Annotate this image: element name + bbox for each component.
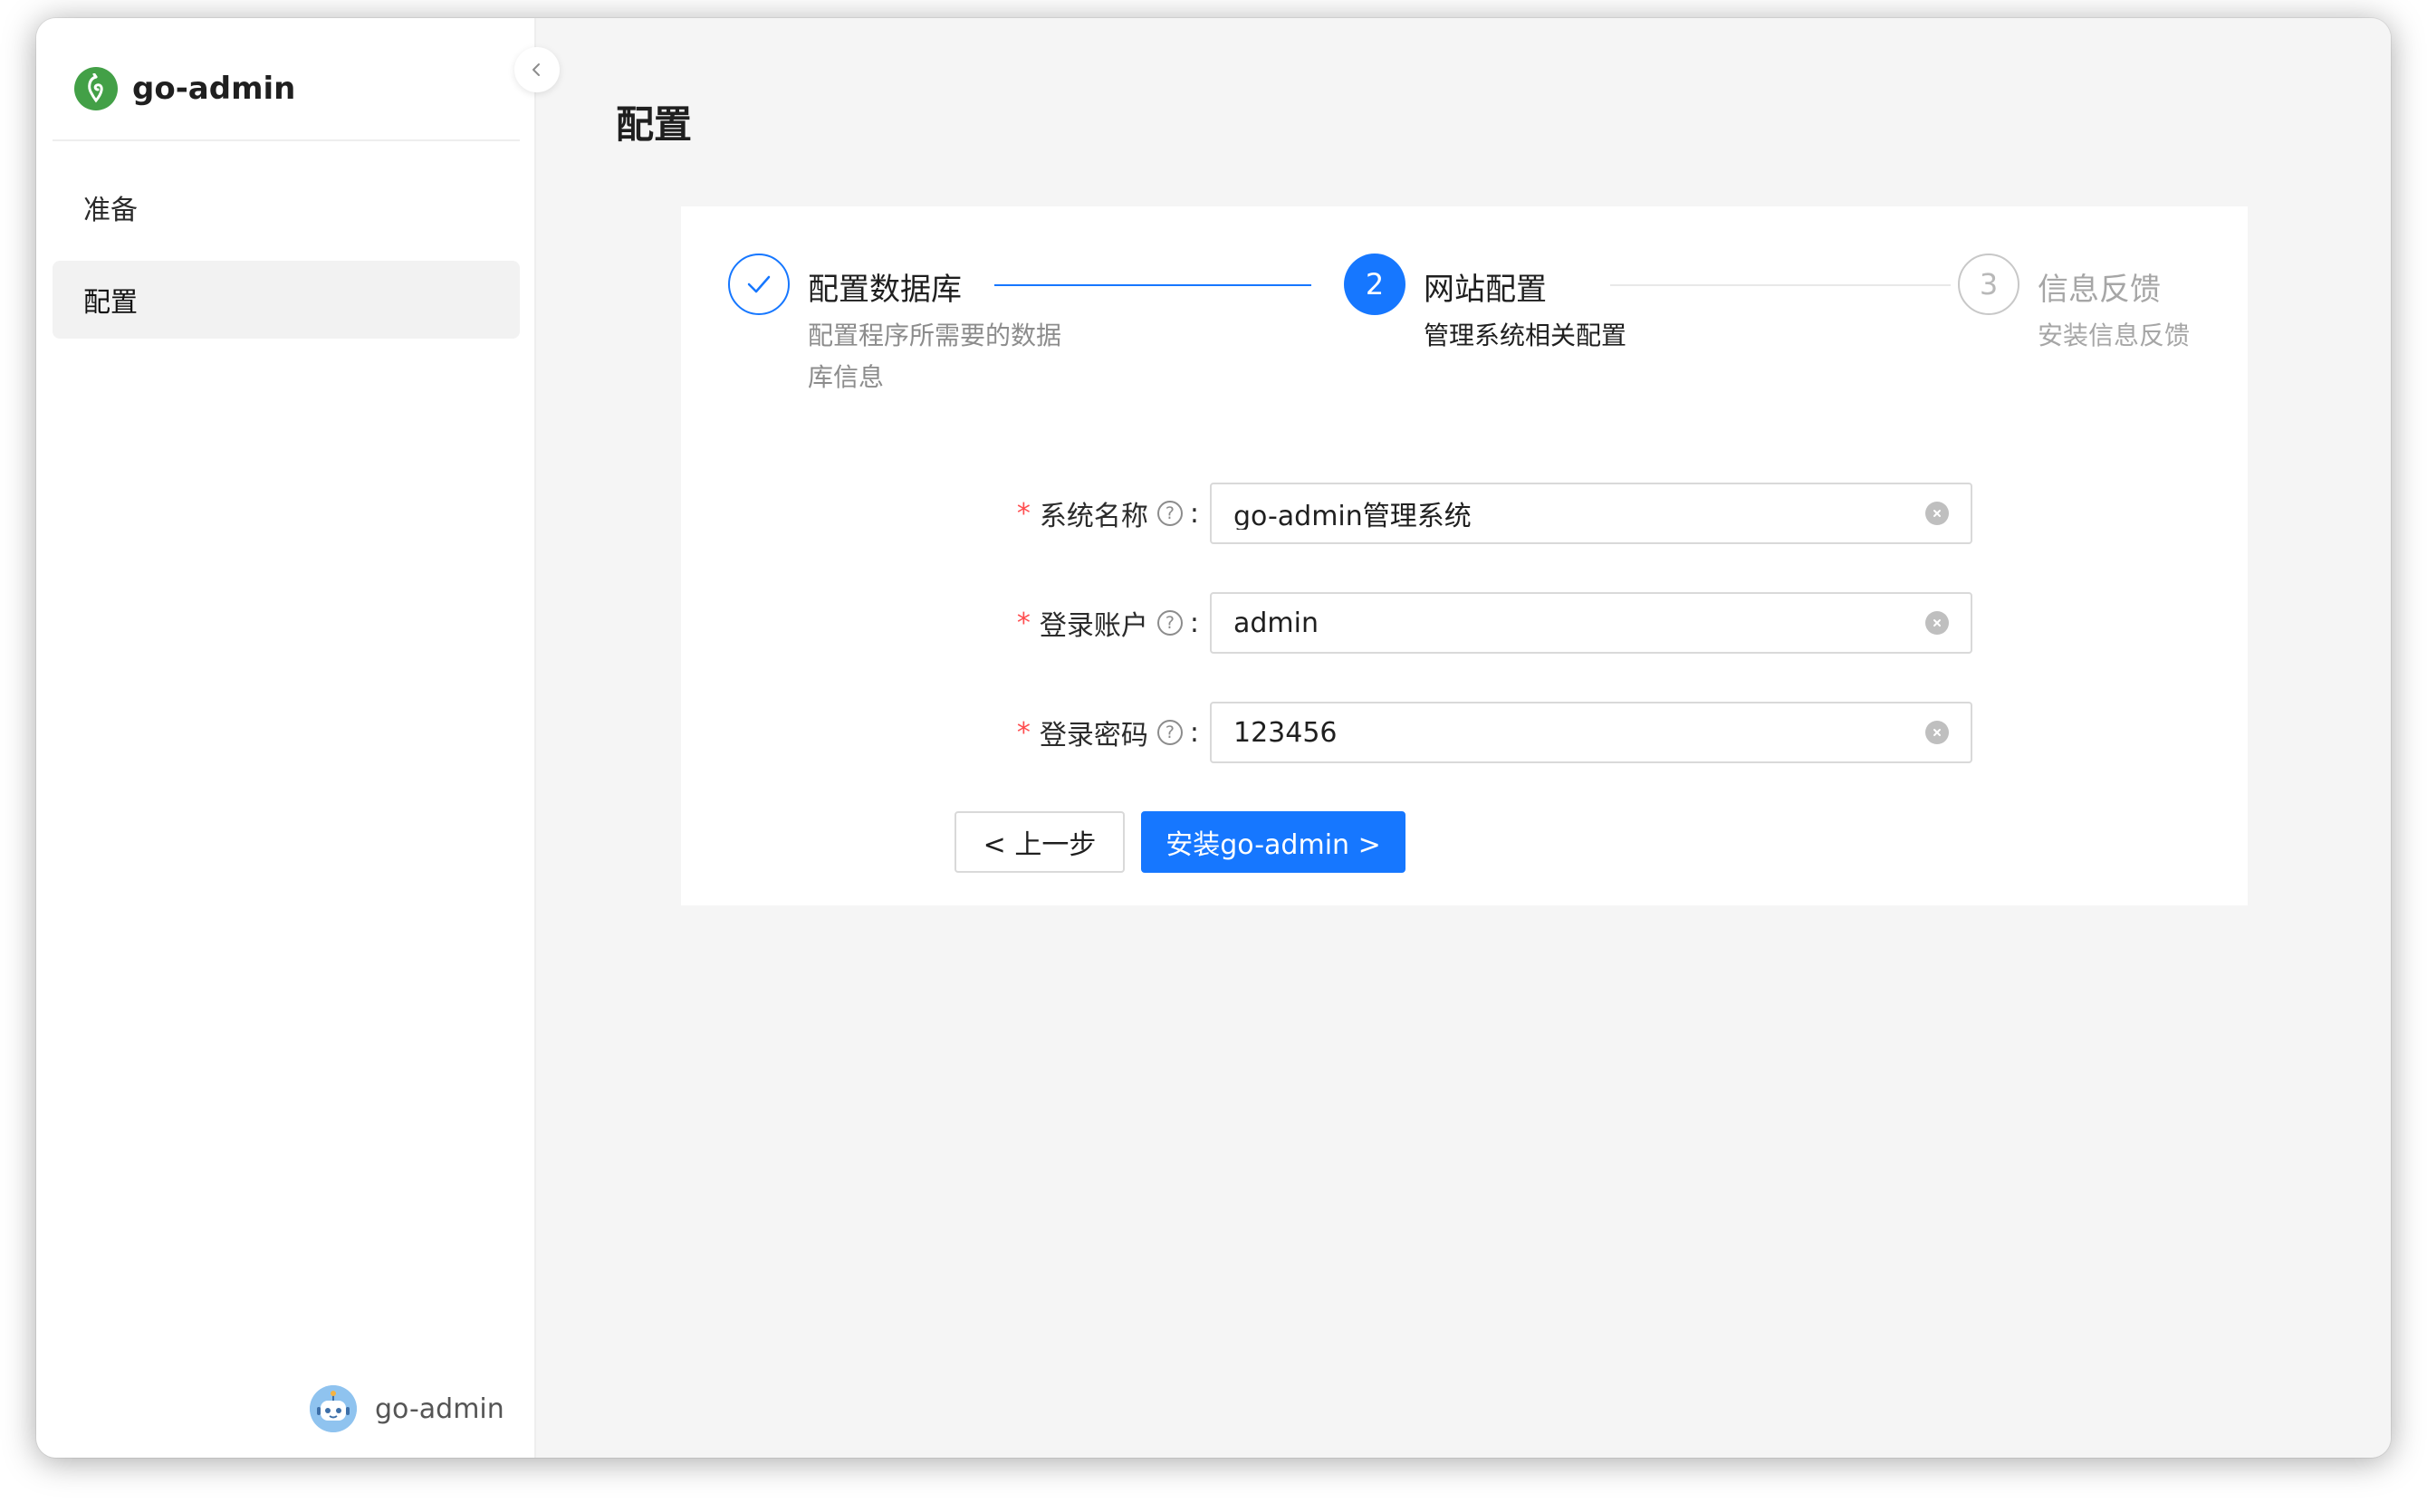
step-2-status: 2 (1344, 254, 1405, 315)
page-title: 配置 (616, 102, 693, 147)
question-circle-icon[interactable]: ? (1156, 610, 1183, 636)
sidebar-item-prepare[interactable]: 准备 (53, 168, 520, 246)
go-admin-logo-icon (74, 67, 118, 110)
question-circle-icon[interactable]: ? (1156, 501, 1183, 526)
step-2-title: 网站配置 (1424, 272, 1547, 308)
close-circle-icon[interactable] (1925, 721, 1949, 744)
sidebar-divider (53, 139, 520, 141)
close-circle-icon[interactable] (1925, 611, 1949, 635)
step-3-status: 3 (1958, 254, 2019, 315)
main-content: 配置 配置数据库 配置程序所需要的数据 库信息 2 网站配置 管理系统相关配置 … (536, 18, 2391, 1458)
install-go-admin-button[interactable]: 安装go-admin > (1141, 811, 1405, 873)
login-account-label: * 登录账户 ? : (1016, 607, 1199, 643)
login-account-input[interactable] (1233, 607, 1925, 639)
brand-name: go-admin (132, 71, 296, 107)
user-name: go-admin (375, 1392, 504, 1425)
sidebar-item-config[interactable]: 配置 (53, 261, 520, 339)
robot-avatar-icon (310, 1385, 357, 1432)
step-1-title: 配置数据库 (808, 272, 962, 308)
system-name-field[interactable] (1210, 483, 1972, 544)
sidebar-collapse-button[interactable] (514, 47, 560, 92)
login-account-field[interactable] (1210, 592, 1972, 654)
check-icon (747, 275, 771, 293)
close-circle-icon[interactable] (1925, 502, 1949, 525)
brand[interactable]: go-admin (74, 65, 295, 112)
user-profile[interactable]: go-admin (310, 1383, 504, 1434)
chevron-left-icon (532, 63, 540, 76)
login-password-label: * 登录密码 ? : (1016, 716, 1199, 752)
app-window: go-admin 准备 配置 go-admin 配置 配置数据库 配置程序所需要… (36, 18, 2391, 1458)
setup-card: 配置数据库 配置程序所需要的数据 库信息 2 网站配置 管理系统相关配置 3 信… (681, 206, 2248, 905)
question-circle-icon[interactable]: ? (1156, 720, 1183, 745)
sidebar-item-label: 准备 (83, 195, 138, 226)
step-3-title: 信息反馈 (2038, 272, 2161, 308)
step-3-description: 安装信息反馈 (2038, 321, 2191, 350)
step-1-description: 配置程序所需要的数据 库信息 (808, 321, 1062, 392)
login-password-input[interactable] (1233, 716, 1925, 749)
sidebar-item-label: 配置 (83, 287, 138, 319)
login-password-field[interactable] (1210, 702, 1972, 763)
system-name-label: * 系统名称 ? : (1016, 497, 1199, 533)
sidebar: go-admin 准备 配置 go-admin (36, 18, 536, 1458)
previous-step-button[interactable]: < 上一步 (954, 811, 1125, 873)
step-2-description: 管理系统相关配置 (1424, 321, 1627, 350)
system-name-input[interactable] (1233, 497, 1925, 530)
step-connector-1 (994, 284, 1311, 286)
step-1-status (728, 254, 790, 315)
step-connector-2 (1610, 284, 1951, 286)
